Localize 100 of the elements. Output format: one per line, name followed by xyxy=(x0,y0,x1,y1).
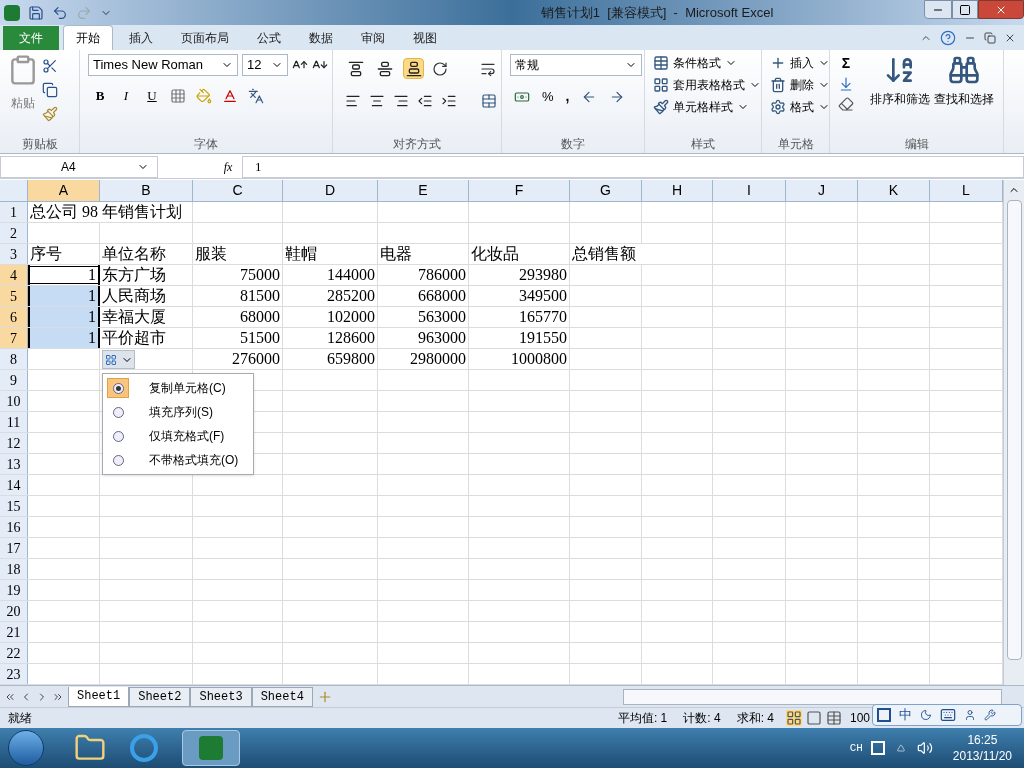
table-cell: 786000 xyxy=(378,265,469,285)
sheet-tab[interactable]: Sheet2 xyxy=(129,686,191,707)
table-cell: 总销售额 xyxy=(570,244,713,264)
table-cell: 285200 xyxy=(283,286,378,306)
ribbon-tab[interactable]: 视图 xyxy=(401,26,449,50)
row-header[interactable]: 12 xyxy=(0,433,28,453)
table-cell: 平价超市 xyxy=(100,328,193,348)
table-cell: 东方广场 xyxy=(100,265,193,285)
sheet-tab[interactable]: Sheet4 xyxy=(251,686,313,707)
column-header[interactable]: E xyxy=(378,180,469,201)
column-header[interactable]: F xyxy=(469,180,570,201)
row-header[interactable]: 18 xyxy=(0,559,28,579)
table-cell: 序号 xyxy=(28,244,100,264)
table-cell: 总公司 98 年销售计划 xyxy=(28,202,193,222)
language-indicator[interactable]: CH xyxy=(849,739,863,757)
status-sum: 求和: 4 xyxy=(736,710,774,727)
row-header[interactable]: 15 xyxy=(0,496,28,516)
styles-menu-button[interactable]: 单元格样式 xyxy=(653,98,761,116)
row-header[interactable]: 2 xyxy=(0,223,28,243)
group-label: 对齐方式 xyxy=(392,136,442,153)
row-header[interactable]: 21 xyxy=(0,622,28,642)
row-header[interactable]: 20 xyxy=(0,601,28,621)
row-header[interactable]: 19 xyxy=(0,580,28,600)
autofill-menu-item[interactable]: 不带格式填充(O) xyxy=(103,448,253,472)
ribbon-tab[interactable]: 页面布局 xyxy=(169,26,241,50)
ribbon-tab[interactable]: 数据 xyxy=(297,26,345,50)
sheet-tab[interactable]: Sheet1 xyxy=(68,686,130,707)
row-header[interactable]: 7 xyxy=(0,328,28,348)
ribbon-tab[interactable]: 审阅 xyxy=(349,26,397,50)
row-header[interactable]: 5 xyxy=(0,286,28,306)
table-cell: 75000 xyxy=(193,265,283,285)
column-header[interactable]: G xyxy=(570,180,642,201)
row-header[interactable]: 16 xyxy=(0,517,28,537)
window-title: 销售计划1 [兼容模式] - Microsoft Excel xyxy=(539,3,775,22)
table-cell: 1 xyxy=(28,265,100,285)
table-cell: 963000 xyxy=(378,328,469,348)
row-header[interactable]: 4 xyxy=(0,265,28,285)
row-header[interactable]: 13 xyxy=(0,454,28,474)
status-count: 计数: 4 xyxy=(683,710,721,727)
sheet-tab[interactable]: Sheet3 xyxy=(190,686,252,707)
autofill-menu-item[interactable]: 仅填充格式(F) xyxy=(103,424,253,448)
table-cell: 1 xyxy=(28,286,100,306)
table-cell: 563000 xyxy=(378,307,469,327)
column-header[interactable]: B xyxy=(100,180,193,201)
font-size-field[interactable]: 12 xyxy=(242,54,288,76)
styles-menu-button[interactable]: 套用表格格式 xyxy=(653,76,761,94)
table-cell: 电器 xyxy=(378,244,469,264)
cells-menu-button[interactable]: 插入 xyxy=(770,54,830,72)
ribbon-tab[interactable]: 文件 xyxy=(3,26,59,50)
table-cell: 1 xyxy=(28,307,100,327)
comma-button[interactable]: , xyxy=(565,86,570,107)
table-cell: 51500 xyxy=(193,328,283,348)
row-header[interactable]: 11 xyxy=(0,412,28,432)
row-header[interactable]: 17 xyxy=(0,538,28,558)
table-cell: 68000 xyxy=(193,307,283,327)
row-header[interactable]: 14 xyxy=(0,475,28,495)
ribbon-tab[interactable]: 公式 xyxy=(245,26,293,50)
insert-function-button[interactable]: fx xyxy=(218,157,238,176)
styles-menu-button[interactable]: 条件格式 xyxy=(653,54,761,72)
name-box[interactable]: A4 xyxy=(0,155,158,178)
row-header[interactable]: 8 xyxy=(0,349,28,369)
underline-button[interactable]: U xyxy=(144,86,160,106)
autofill-menu-item[interactable]: 填充序列(S) xyxy=(103,400,253,424)
column-header[interactable]: K xyxy=(858,180,930,201)
ribbon-tab[interactable]: 开始 xyxy=(63,25,113,50)
cells-menu-button[interactable]: 删除 xyxy=(770,76,830,94)
ribbon-tab[interactable]: 插入 xyxy=(117,26,165,50)
autofill-menu-item[interactable]: 复制单元格(C) xyxy=(103,376,253,400)
table-cell: 293980 xyxy=(469,265,570,285)
row-header[interactable]: 9 xyxy=(0,370,28,390)
italic-button[interactable]: I xyxy=(118,86,134,106)
row-header[interactable]: 23 xyxy=(0,664,28,684)
row-header[interactable]: 3 xyxy=(0,244,28,264)
table-cell: 单位名称 xyxy=(100,244,193,264)
clock-time: 16:25 xyxy=(967,732,998,748)
number-format-field[interactable]: 常规 xyxy=(510,54,642,76)
column-header[interactable]: C xyxy=(193,180,283,201)
bold-button[interactable]: B xyxy=(92,86,108,106)
table-cell: 349500 xyxy=(469,286,570,306)
formula-field[interactable]: 1 xyxy=(242,155,1024,178)
column-header[interactable]: J xyxy=(786,180,858,201)
ime-mode[interactable]: 中 xyxy=(899,705,912,725)
column-header[interactable]: D xyxy=(283,180,378,201)
autosum-button[interactable]: Σ xyxy=(838,54,854,72)
paste-button[interactable]: 粘贴 xyxy=(11,94,35,112)
column-header[interactable]: A xyxy=(28,180,100,201)
editing-button[interactable]: 查找和选择 xyxy=(932,54,996,135)
row-header[interactable]: 1 xyxy=(0,202,28,222)
group-label: 剪贴板 xyxy=(20,136,59,153)
cells-menu-button[interactable]: 格式 xyxy=(770,98,830,116)
column-header[interactable]: H xyxy=(642,180,713,201)
percent-button[interactable]: % xyxy=(542,86,554,107)
row-header[interactable]: 22 xyxy=(0,643,28,663)
row-header[interactable]: 10 xyxy=(0,391,28,411)
font-name-field[interactable]: Times New Roman xyxy=(88,54,238,76)
column-header[interactable]: I xyxy=(713,180,786,201)
table-cell: 144000 xyxy=(283,265,378,285)
table-cell: 276000 xyxy=(193,349,283,369)
row-header[interactable]: 6 xyxy=(0,307,28,327)
editing-button[interactable]: 排序和筛选 xyxy=(868,54,932,135)
